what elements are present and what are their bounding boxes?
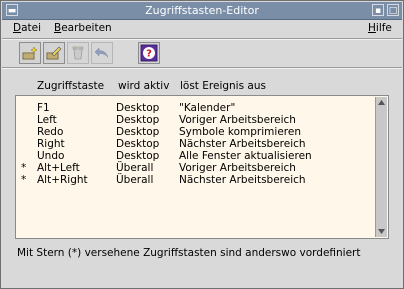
maximize-icon: □ bbox=[388, 6, 398, 16]
maximize-button[interactable]: □ bbox=[387, 4, 399, 16]
title-bar[interactable]: ▬ Zugriffstasten-Editor ▪ □ bbox=[2, 2, 402, 20]
window-title: Zugriffstasten-Editor bbox=[145, 4, 259, 17]
row-star-marker: * bbox=[21, 174, 27, 186]
row-key: Left bbox=[37, 114, 57, 126]
table-row[interactable]: * Alt+Right Überall Nächster Arbeitsbereich bbox=[16, 174, 376, 186]
table-row[interactable]: Right Desktop Nächster Arbeitsbereich bbox=[16, 138, 376, 150]
vertical-scrollbar[interactable] bbox=[375, 97, 387, 237]
row-key: F1 bbox=[37, 102, 50, 114]
row-key: Redo bbox=[37, 126, 64, 138]
row-action: "Kalender" bbox=[179, 102, 236, 114]
status-footer: Mit Stern (*) versehene Zugriffstasten s… bbox=[17, 247, 361, 259]
menu-bearbeiten[interactable]: Bearbeiten bbox=[54, 22, 112, 34]
row-scope: Desktop bbox=[116, 138, 160, 150]
scroll-down-icon[interactable] bbox=[377, 227, 386, 236]
row-scope: Überall bbox=[116, 162, 154, 174]
undo-arrow-icon bbox=[94, 47, 109, 58]
row-key: Alt+Right bbox=[37, 174, 88, 186]
row-action: Voriger Arbeitsbereich bbox=[179, 114, 296, 126]
row-scope: Desktop bbox=[116, 102, 160, 114]
row-scope: Überall bbox=[116, 174, 154, 186]
row-key: Alt+Left bbox=[37, 162, 80, 174]
menu-datei[interactable]: Datei bbox=[13, 22, 41, 34]
menu-bar: Datei Bearbeiten Hilfe bbox=[2, 20, 402, 37]
shortcut-list[interactable]: F1 Desktop "Kalender" Left Desktop Voriger Ar… bbox=[15, 95, 389, 239]
row-action: Symbole komprimieren bbox=[179, 126, 301, 138]
row-action: Alle Fenster aktualisieren bbox=[179, 150, 312, 162]
toolbar-separator bbox=[2, 67, 402, 69]
header-wird-aktiv: wird aktiv bbox=[118, 80, 170, 92]
menu-hilfe[interactable]: Hilfe bbox=[368, 22, 392, 34]
new-shortcut-button[interactable] bbox=[19, 42, 41, 64]
help-button[interactable]: ? bbox=[138, 42, 160, 64]
delete-shortcut-icon bbox=[72, 46, 84, 60]
svg-text:?: ? bbox=[146, 49, 152, 60]
edit-shortcut-button[interactable] bbox=[43, 42, 65, 64]
row-star-marker: * bbox=[21, 162, 27, 174]
table-row[interactable]: Left Desktop Voriger Arbeitsbereich bbox=[16, 114, 376, 126]
toolbar: ? bbox=[2, 41, 402, 65]
help-icon: ? bbox=[140, 44, 158, 62]
row-key: Right bbox=[37, 138, 65, 150]
header-zugriffstaste: Zugriffstaste bbox=[37, 80, 105, 92]
table-row[interactable]: Redo Desktop Symbole komprimieren bbox=[16, 126, 376, 138]
header-ereignis: löst Ereignis aus bbox=[180, 80, 266, 92]
delete-shortcut-button[interactable] bbox=[67, 42, 89, 64]
row-action: Voriger Arbeitsbereich bbox=[179, 162, 296, 174]
app-window: ▬ Zugriffstasten-Editor ▪ □ Datei Bearbe… bbox=[0, 0, 404, 289]
row-action: Nächster Arbeitsbereich bbox=[179, 138, 306, 150]
minimize-button[interactable]: ▪ bbox=[372, 4, 384, 16]
table-row[interactable]: * Alt+Left Überall Voriger Arbeitsbereich bbox=[16, 162, 376, 174]
row-scope: Desktop bbox=[116, 126, 160, 138]
table-row[interactable]: F1 Desktop "Kalender" bbox=[16, 102, 376, 114]
scroll-up-icon[interactable] bbox=[377, 98, 386, 107]
column-headers: Zugriffstaste wird aktiv löst Ereignis a… bbox=[2, 80, 402, 94]
row-key: Undo bbox=[37, 150, 65, 162]
row-scope: Desktop bbox=[116, 150, 160, 162]
row-scope: Desktop bbox=[116, 114, 160, 126]
table-row[interactable]: Undo Desktop Alle Fenster aktualisieren bbox=[16, 150, 376, 162]
row-action: Nächster Arbeitsbereich bbox=[179, 174, 306, 186]
edit-shortcut-icon bbox=[46, 46, 62, 60]
undo-button[interactable] bbox=[91, 42, 113, 64]
new-shortcut-icon bbox=[22, 46, 38, 60]
minimize-icon: ▪ bbox=[374, 6, 382, 16]
menu-separator bbox=[2, 38, 402, 40]
